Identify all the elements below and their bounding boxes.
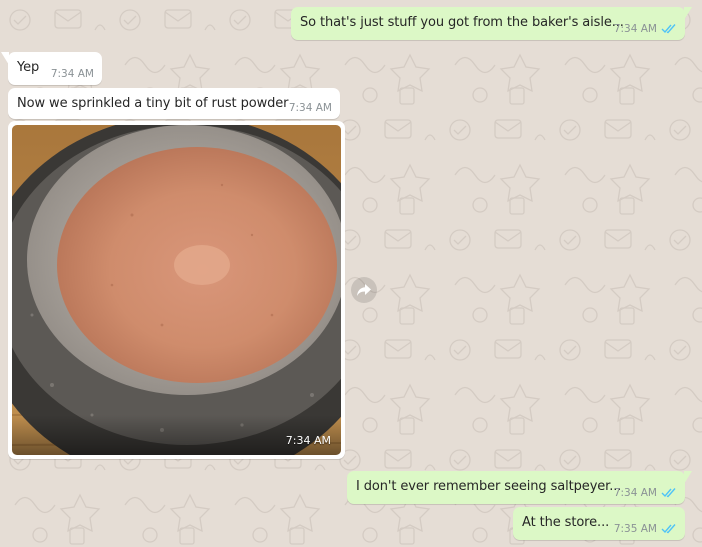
message-bubble-incoming[interactable]: Now we sprinkled a tiny bit of rust powd… [8, 88, 340, 119]
image-message-photo[interactable]: 7:34 AM [12, 125, 341, 455]
double-check-icon [661, 488, 676, 498]
bubble-tail [1, 52, 9, 65]
mortar-powder-photo [12, 125, 341, 455]
message-bubble-outgoing[interactable]: At the store... 7:35 AM [513, 507, 685, 540]
message-timestamp: 7:34 AM [613, 23, 657, 35]
message-timestamp: 7:35 AM [613, 523, 657, 535]
forward-button[interactable] [351, 277, 377, 303]
bubble-tail [684, 7, 692, 20]
message-text: At the store... [522, 515, 610, 530]
message-bubble-outgoing[interactable]: I don't ever remember seeing saltpeyer..… [347, 471, 692, 504]
message-bubble-outgoing[interactable]: So that's just stuff you got from the ba… [291, 7, 692, 40]
message-text: Yep [17, 60, 40, 75]
message-timestamp: 7:34 AM [285, 434, 331, 447]
message-text: Now we sprinkled a tiny bit of rust powd… [17, 96, 289, 111]
double-check-icon [661, 24, 676, 34]
message-timestamp: 7:34 AM [50, 68, 94, 80]
forward-arrow-icon [357, 284, 371, 296]
message-timestamp: 7:34 AM [613, 487, 657, 499]
message-timestamp: 7:34 AM [288, 102, 332, 114]
message-text: I don't ever remember seeing saltpeyer..… [356, 479, 622, 494]
bubble-tail [684, 471, 692, 484]
double-check-icon [661, 524, 676, 534]
image-message-bubble[interactable]: 7:34 AM [8, 121, 345, 459]
message-bubble-incoming[interactable]: Yep 7:34 AM [1, 52, 102, 85]
message-text: So that's just stuff you got from the ba… [300, 15, 624, 30]
